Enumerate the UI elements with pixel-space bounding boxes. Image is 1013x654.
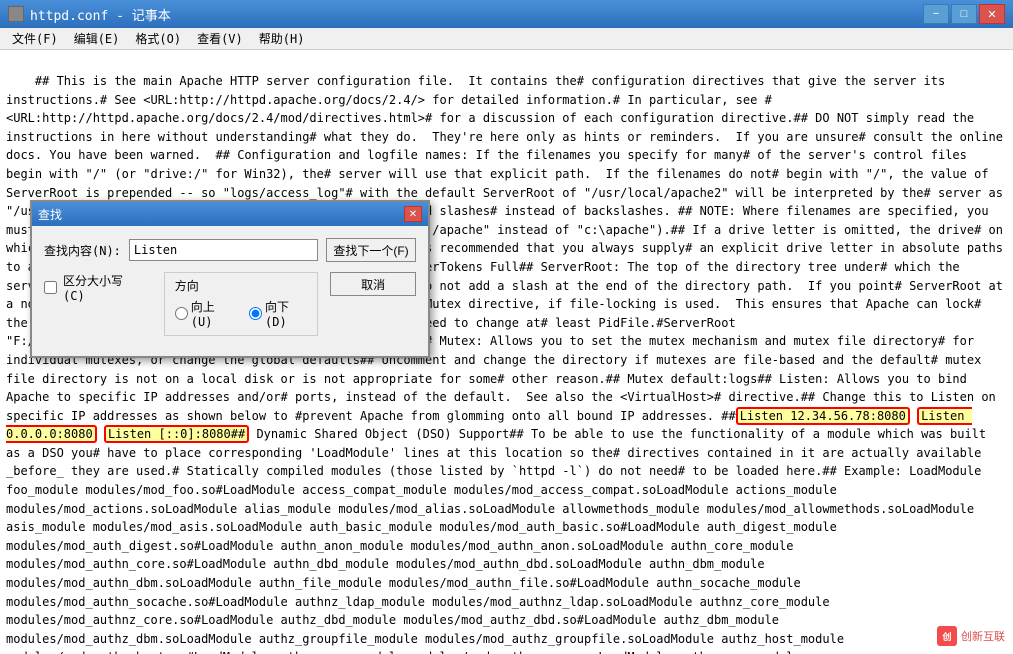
watermark: 创 创新互联 [937, 626, 1005, 646]
up-label: 向上(U) [191, 298, 233, 329]
menu-edit[interactable]: 编辑(E) [66, 28, 128, 49]
menu-bar: 文件(F) 编辑(E) 格式(O) 查看(V) 帮助(H) [0, 28, 1013, 50]
direction-up-label[interactable]: 向上(U) [175, 298, 233, 329]
main-window: ## This is the main Apache HTTP server c… [0, 50, 1013, 654]
direction-radio-row: 向上(U) 向下(D) [175, 298, 308, 329]
menu-format[interactable]: 格式(O) [127, 28, 189, 49]
direction-up-radio[interactable] [175, 307, 188, 320]
minimize-button[interactable]: − [923, 4, 949, 24]
case-sensitive-label: 区分大小写(C) [63, 272, 140, 303]
dialog-body: 查找内容(N): 查找下一个(F) 区分大小写(C) 方向 向上(U) [32, 226, 428, 356]
direction-group: 方向 向上(U) 向下(D) [164, 272, 319, 336]
direction-down-label[interactable]: 向下(D) [249, 298, 307, 329]
search-label: 查找内容(N): [44, 242, 121, 259]
cancel-button[interactable]: 取消 [330, 272, 416, 296]
direction-label: 方向 [175, 277, 308, 294]
dialog-title: 查找 [38, 206, 62, 223]
window-controls: − □ ✕ [923, 4, 1005, 24]
text-content-block1: ## This is the main Apache HTTP server c… [6, 74, 1010, 654]
find-next-button[interactable]: 查找下一个(F) [326, 238, 416, 262]
watermark-icon-text: 创 [942, 630, 951, 643]
search-row: 查找内容(N): 查找下一个(F) [44, 238, 416, 262]
menu-file[interactable]: 文件(F) [4, 28, 66, 49]
title-bar-left: httpd.conf - 记事本 [8, 5, 171, 24]
dialog-title-bar: 查找 ✕ [32, 202, 428, 226]
down-label: 向下(D) [265, 298, 307, 329]
options-section: 区分大小写(C) 方向 向上(U) 向下(D) [44, 272, 416, 336]
menu-view[interactable]: 查看(V) [189, 28, 251, 49]
find-dialog: 查找 ✕ 查找内容(N): 查找下一个(F) 区分大小写(C) 方向 [30, 200, 430, 358]
case-sensitive-checkbox[interactable] [44, 281, 57, 294]
watermark-text: 创新互联 [961, 628, 1005, 644]
title-bar: httpd.conf - 记事本 − □ ✕ [0, 0, 1013, 28]
direction-down-radio[interactable] [249, 307, 262, 320]
app-icon [8, 6, 24, 22]
search-input[interactable] [129, 239, 318, 261]
maximize-button[interactable]: □ [951, 4, 977, 24]
dialog-close-button[interactable]: ✕ [404, 206, 422, 222]
window-title: httpd.conf - 记事本 [30, 5, 171, 24]
menu-help[interactable]: 帮助(H) [251, 28, 313, 49]
close-button[interactable]: ✕ [979, 4, 1005, 24]
watermark-icon: 创 [937, 626, 957, 646]
